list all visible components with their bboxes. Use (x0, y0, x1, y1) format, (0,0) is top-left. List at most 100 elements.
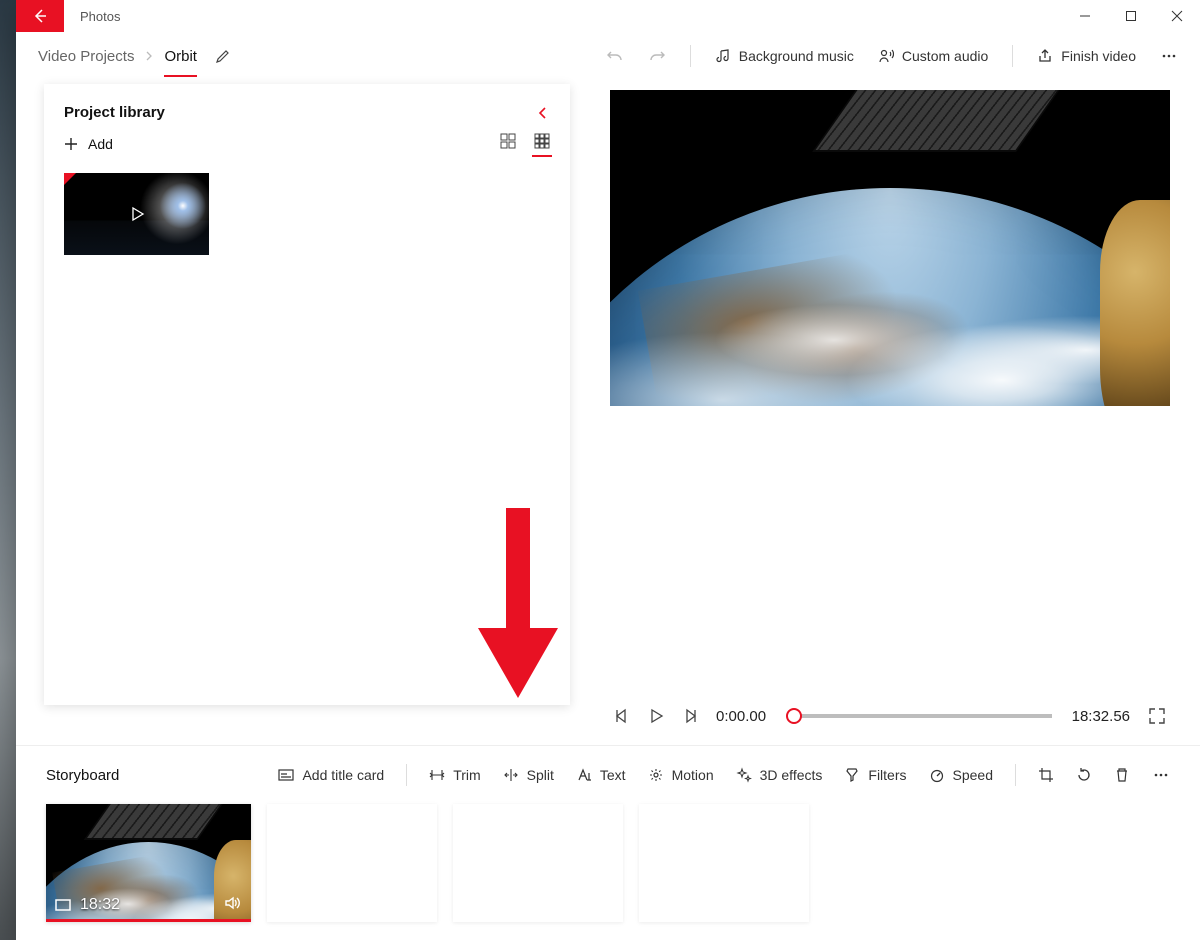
delete-clip-button[interactable] (1114, 767, 1130, 783)
project-library-panel: Project library Add (44, 84, 570, 705)
split-button[interactable]: Split (503, 767, 554, 783)
breadcrumb-current-project[interactable]: Orbit (164, 48, 197, 65)
rename-project-button[interactable] (215, 48, 231, 64)
close-button[interactable] (1154, 0, 1200, 32)
timecode-total: 18:32.56 (1070, 708, 1130, 725)
storyboard-empty-slot[interactable] (453, 804, 623, 922)
3d-effects-button[interactable]: 3D effects (736, 767, 823, 783)
storyboard-panel: Storyboard Add title card Trim Split (16, 745, 1200, 940)
person-audio-icon (878, 48, 894, 64)
storyboard-items: 18:32 (46, 804, 1170, 922)
divider (1012, 45, 1013, 67)
scrubber-handle[interactable] (786, 708, 802, 724)
back-arrow-icon (32, 8, 48, 24)
maximize-icon (1125, 10, 1137, 22)
divider (690, 45, 691, 67)
storyboard-clip-duration: 18:32 (80, 896, 120, 914)
desktop-background-sliver (0, 0, 16, 940)
back-button[interactable] (16, 0, 64, 32)
motion-button[interactable]: Motion (648, 767, 714, 783)
split-icon (503, 767, 519, 783)
more-icon (1152, 766, 1170, 784)
resize-clip-button[interactable] (1038, 767, 1054, 783)
trash-icon (1114, 767, 1130, 783)
rotate-icon (1076, 767, 1092, 783)
timecode-current: 0:00.00 (716, 708, 776, 725)
speed-icon (929, 767, 945, 783)
library-clip-thumbnail[interactable] (64, 173, 209, 255)
storyboard-empty-slot[interactable] (267, 804, 437, 922)
storyboard-empty-slot[interactable] (639, 804, 809, 922)
titlebar: Photos (16, 0, 1200, 32)
divider (1015, 764, 1016, 786)
storyboard-more-button[interactable] (1152, 766, 1170, 784)
redo-button[interactable] (648, 47, 666, 65)
chevron-left-icon (536, 106, 550, 120)
frame-forward-button[interactable] (682, 708, 698, 724)
volume-icon (223, 894, 241, 912)
playback-scrubber[interactable] (794, 714, 1052, 718)
collapse-library-button[interactable] (536, 106, 550, 120)
grid-2x2-icon (500, 133, 516, 149)
project-library-title: Project library (64, 104, 536, 121)
storyboard-title: Storyboard (46, 767, 119, 784)
divider (406, 764, 407, 786)
text-icon (576, 767, 592, 783)
crop-icon (1038, 767, 1054, 783)
add-title-card-button[interactable]: Add title card (278, 767, 384, 783)
background-music-button[interactable]: Background music (715, 48, 854, 64)
window-controls (1062, 0, 1200, 32)
grid-small-view-button[interactable] (534, 133, 550, 155)
storyboard-clip[interactable]: 18:32 (46, 804, 251, 922)
aspect-ratio-icon (54, 896, 72, 914)
trim-icon (429, 767, 445, 783)
filters-icon (844, 767, 860, 783)
rotate-clip-button[interactable] (1076, 767, 1092, 783)
close-icon (1171, 10, 1183, 22)
video-preview[interactable] (610, 90, 1170, 406)
fullscreen-button[interactable] (1148, 707, 1166, 725)
grid-3x3-icon (534, 133, 550, 149)
transport-controls: 0:00.00 18:32.56 (610, 697, 1170, 725)
play-button[interactable] (648, 708, 664, 724)
more-icon (1160, 47, 1178, 65)
maximize-button[interactable] (1108, 0, 1154, 32)
text-button[interactable]: Text (576, 767, 626, 783)
music-note-icon (715, 48, 731, 64)
speed-button[interactable]: Speed (929, 767, 993, 783)
title-card-icon (278, 767, 294, 783)
sparkle-icon (736, 767, 752, 783)
fullscreen-icon (1148, 707, 1166, 725)
pencil-icon (215, 48, 231, 64)
motion-icon (648, 767, 664, 783)
storyboard-clip-progress (46, 919, 251, 922)
step-forward-icon (682, 708, 698, 724)
redo-icon (648, 47, 666, 65)
photos-video-editor-window: Photos Video Projects Orbit (16, 0, 1200, 940)
preview-area: 0:00.00 18:32.56 (570, 80, 1200, 745)
add-media-button[interactable]: Add (64, 136, 113, 152)
filters-button[interactable]: Filters (844, 767, 906, 783)
grid-large-view-button[interactable] (500, 133, 516, 155)
minimize-icon (1079, 10, 1091, 22)
add-media-label: Add (88, 136, 113, 152)
storyboard-clip-volume-button[interactable] (223, 894, 241, 912)
play-icon (648, 708, 664, 724)
undo-icon (606, 47, 624, 65)
more-options-button[interactable] (1160, 47, 1178, 65)
finish-video-button[interactable]: Finish video (1037, 48, 1136, 64)
main-content: Project library Add (16, 80, 1200, 745)
frame-back-button[interactable] (614, 708, 630, 724)
top-toolbar: Video Projects Orbit Background music Cu… (16, 32, 1200, 80)
background-music-label: Background music (739, 48, 854, 64)
undo-button[interactable] (606, 47, 624, 65)
finish-video-label: Finish video (1061, 48, 1136, 64)
trim-button[interactable]: Trim (429, 767, 480, 783)
custom-audio-button[interactable]: Custom audio (878, 48, 988, 64)
breadcrumb-separator-icon (144, 51, 154, 61)
step-back-icon (614, 708, 630, 724)
minimize-button[interactable] (1062, 0, 1108, 32)
breadcrumb-video-projects[interactable]: Video Projects (38, 48, 134, 65)
app-title: Photos (64, 0, 136, 32)
plus-icon (64, 137, 78, 151)
